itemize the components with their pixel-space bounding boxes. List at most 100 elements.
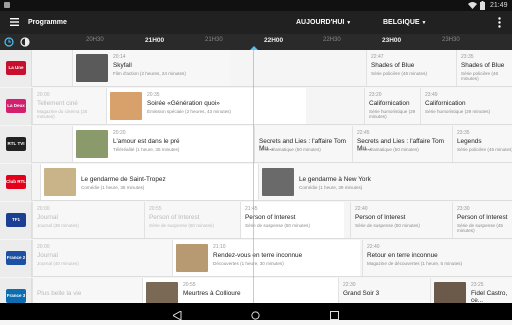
program-cell[interactable]: 21:45 Person of Interest Série de suspense… — [240, 202, 344, 238]
program-cell[interactable]: 22:40 Person of Interest Série de suspense… — [350, 202, 454, 238]
now-line — [253, 50, 254, 303]
program-title: Skyfall — [113, 62, 132, 69]
program-description: Journal (40 minutes) — [37, 261, 79, 266]
channel-logo[interactable]: TF1 — [0, 202, 32, 239]
day-selector[interactable]: AUJOURD'HUI ▼ — [296, 19, 351, 26]
program-title: Person of Interest — [149, 214, 200, 221]
program-cell[interactable]: 23:30 Person of Interest Série de suspense… — [452, 202, 512, 238]
program-cell[interactable]: 23:25 Fidel Castro, ce... — [430, 278, 512, 303]
country-selector-label: BELGIQUE — [383, 19, 420, 26]
program-time: 22:40 — [367, 244, 380, 250]
channel-logo[interactable]: Club RTL — [0, 164, 32, 201]
program-cell[interactable]: 21:10 Rendez-vous en terre inconnue Découv… — [172, 240, 360, 276]
program-cell[interactable]: 22:47 Shades of Blue Série policière (46 m… — [366, 50, 458, 86]
program-time: 23:49 — [425, 92, 438, 98]
program-cell[interactable]: 20:00 Journal Journal (40 minutes) — [32, 240, 172, 276]
program-cell[interactable]: Le gendarme de Saint-Tropez Comédie (1 he… — [40, 164, 258, 200]
recent-apps-icon[interactable] — [330, 307, 339, 325]
program-description: Série humoristique (29 minutes) — [425, 109, 491, 114]
channel-logo[interactable]: France 2 — [0, 240, 32, 277]
channel-logo[interactable]: France 3 — [0, 278, 32, 303]
program-time: 22:40 — [355, 206, 368, 212]
program-title: Retour en terre inconnue — [367, 252, 438, 259]
program-description: Série de suspense (50 minutes) — [355, 223, 420, 228]
program-cell[interactable]: 20:55 Meurtres à Collioure — [142, 278, 338, 303]
channel-row: RTL TVI 20:20 L'amour est dans le pré Télér… — [0, 126, 512, 163]
program-cell[interactable]: 20:55 Person of Interest Série de suspense… — [144, 202, 240, 238]
program-cell[interactable]: 20:35 Soirée «Génération quoi» Émission sp… — [106, 88, 306, 124]
channel-logo-label: La Deux — [6, 99, 26, 113]
program-title: Grand Soir 3 — [343, 290, 380, 297]
program-description: Série de suspense (45 minutes) — [457, 223, 503, 233]
program-cell[interactable]: 20:00 Tellement ciné Magazine du cinéma (2… — [32, 88, 106, 124]
program-cell[interactable]: 23:35 Legends Série policière (45 minutes) — [452, 126, 512, 162]
status-bar: 21:49 — [0, 0, 512, 11]
program-cell[interactable]: Secrets and Lies : l'affaire Tom Mu... Sé… — [254, 126, 352, 162]
more-options-icon[interactable] — [498, 17, 501, 30]
program-cell[interactable]: 23:49 Californication Série humoristique (… — [420, 88, 512, 124]
program-thumbnail — [76, 130, 108, 158]
home-icon[interactable] — [251, 307, 260, 325]
program-cell[interactable]: Plus belle la vie — [32, 278, 142, 303]
channel-logo-label: France 3 — [6, 289, 26, 303]
channel-logo-label: RTL TVI — [6, 137, 26, 151]
program-title: Fidel Castro, ce... — [471, 290, 508, 303]
time-tick: 20H30 — [86, 37, 104, 43]
night-mode-icon[interactable] — [20, 37, 30, 49]
program-time: 23:20 — [369, 92, 382, 98]
program-time: 23:35 — [461, 54, 474, 60]
channel-logo[interactable]: La Deux — [0, 88, 32, 125]
program-cell[interactable]: 22:40 Retour en terre inconnue Magazine de… — [362, 240, 512, 276]
chevron-down-icon: ▼ — [346, 20, 352, 26]
program-description: Émission spéciale (2 heures, 43 minutes) — [147, 109, 232, 114]
program-cell[interactable]: 22:30 Grand Soir 3 — [338, 278, 430, 303]
program-cell[interactable]: Le gendarme à New York Comédie (1 heure, … — [258, 164, 512, 200]
program-title: Journal — [37, 214, 58, 221]
notification-icon — [4, 2, 10, 10]
program-grid: La Une 20:14 Skyfall Film d'action (2 heure… — [0, 50, 512, 303]
program-title: Shades of Blue — [371, 62, 415, 69]
program-time: 20:55 — [183, 282, 196, 288]
app-bar: Programme AUJOURD'HUI ▼ BELGIQUE ▼ — [0, 11, 512, 34]
program-description: Magazine de découvertes (1 heure, 5 minu… — [367, 261, 462, 266]
channel-logo[interactable]: La Une — [0, 50, 32, 87]
channel-row: La Deux 20:00 Tellement ciné Magazine du ci… — [0, 88, 512, 125]
program-description: Série de suspense (50 minutes) — [149, 223, 214, 228]
program-title: Le gendarme de Saint-Tropez — [81, 176, 166, 183]
clock-text: 21:49 — [490, 2, 508, 9]
time-ruler: 20H30 21H00 21H30 22H00 22H30 23H00 23H30 — [0, 34, 512, 50]
time-tick: 22H00 — [264, 37, 284, 44]
menu-icon[interactable] — [10, 18, 19, 28]
program-title: Meurtres à Collioure — [183, 290, 241, 297]
page-title: Programme — [28, 19, 67, 26]
program-thumbnail — [44, 168, 76, 196]
program-description: Téléréalité (1 heure, 35 minutes) — [113, 147, 180, 152]
country-selector[interactable]: BELGIQUE ▼ — [383, 19, 426, 26]
channel-row: France 3 Plus belle la vie 20:55 Meurtres à… — [0, 278, 512, 303]
program-description: Série de suspense (50 minutes) — [245, 223, 310, 228]
program-cell[interactable]: 22:45 Secrets and Lies : l'affaire Tom Mu… — [352, 126, 456, 162]
program-title: Plus belle la vie — [37, 290, 82, 297]
program-time: 20:35 — [147, 92, 160, 98]
program-time: 22:45 — [357, 130, 370, 136]
program-title: Journal — [37, 252, 58, 259]
program-title: Californication — [369, 100, 410, 107]
back-icon[interactable] — [171, 307, 182, 325]
program-description: Série humoristique (29 minutes) — [369, 109, 416, 119]
program-time: 22:30 — [343, 282, 356, 288]
program-time: 23:35 — [457, 130, 470, 136]
channel-logo[interactable]: RTL TVI — [0, 126, 32, 163]
channel-row: TF1 20:00 Journal Journal (38 minutes) 20:55… — [0, 202, 512, 239]
program-title: Person of Interest — [355, 214, 406, 221]
day-selector-label: AUJOURD'HUI — [296, 19, 345, 26]
program-cell[interactable]: 20:14 Skyfall Film d'action (2 heures, 24 … — [72, 50, 230, 86]
program-cell[interactable]: 23:35 Shades of Blue Série policière (46 m… — [456, 50, 512, 86]
program-title: L'amour est dans le pré — [113, 138, 180, 145]
program-description: Série policière (46 minutes) — [371, 71, 427, 76]
program-cell[interactable]: 20:00 Journal Journal (38 minutes) — [32, 202, 144, 238]
program-cell[interactable]: 23:20 Californication Série humoristique (… — [364, 88, 420, 124]
program-time: 21:10 — [213, 244, 226, 250]
clock-icon[interactable] — [4, 37, 14, 49]
program-cell[interactable]: 20:20 L'amour est dans le pré Téléréalité … — [72, 126, 254, 162]
program-description: Série dramatique (50 minutes) — [357, 147, 419, 152]
